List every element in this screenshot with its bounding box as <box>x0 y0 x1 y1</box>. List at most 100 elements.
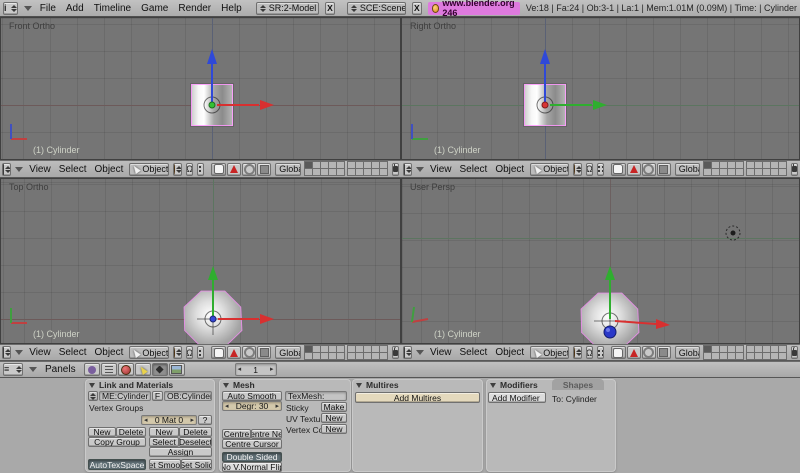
menu-view[interactable]: View <box>27 347 53 358</box>
snap-dots-button[interactable] <box>197 346 204 359</box>
lock-layers-button[interactable] <box>791 163 798 176</box>
editor-type-button[interactable] <box>2 346 11 359</box>
set-solid-button[interactable]: Set Solid <box>181 459 212 470</box>
draw-type-dropdown[interactable] <box>173 163 182 176</box>
scale-manipulator-button[interactable] <box>257 346 271 359</box>
vertex-color-new-button[interactable]: New <box>321 424 347 434</box>
menu-help[interactable]: Help <box>219 3 244 14</box>
rotate-manipulator-button[interactable] <box>242 163 256 176</box>
double-sided-toggle[interactable]: Double Sided <box>222 452 282 462</box>
panel-header[interactable]: Mesh <box>223 380 255 390</box>
mode-dropdown[interactable]: Object Mode <box>530 163 568 176</box>
layer-grid-1[interactable] <box>305 346 345 360</box>
mode-dropdown[interactable]: Object Mode <box>129 346 168 359</box>
collapse-menus-icon[interactable] <box>24 6 32 11</box>
orientation-dropdown[interactable]: Global <box>675 346 700 359</box>
draw-type-dropdown[interactable] <box>573 163 582 176</box>
pivot-dropdown[interactable]: Ω <box>586 346 593 359</box>
orientation-dropdown[interactable]: Global <box>275 163 301 176</box>
draw-type-dropdown[interactable] <box>573 346 582 359</box>
vgroup-new-button[interactable]: New <box>88 427 116 437</box>
collapse-menus-icon[interactable] <box>15 350 23 355</box>
menu-render[interactable]: Render <box>176 3 213 14</box>
scale-manipulator-button[interactable] <box>657 163 671 176</box>
menu-game[interactable]: Game <box>139 3 170 14</box>
scene-context-button[interactable] <box>169 363 185 376</box>
centre-button[interactable]: Centre <box>222 429 251 439</box>
scale-manipulator-button[interactable] <box>657 346 671 359</box>
tab-shapes[interactable]: Shapes <box>552 379 604 390</box>
centre-cursor-button[interactable]: Centre Cursor <box>222 439 282 449</box>
select-button[interactable]: Select <box>149 437 179 447</box>
decrement-icon[interactable]: ◂ <box>144 417 148 424</box>
layer-grid-2[interactable] <box>747 346 787 360</box>
mesh-browse-button[interactable] <box>88 391 98 401</box>
fake-user-button[interactable]: F <box>152 391 163 401</box>
screen-selector[interactable]: SR:2-Model <box>256 2 319 15</box>
menu-timeline[interactable]: Timeline <box>92 3 133 14</box>
menu-view[interactable]: View <box>428 164 454 175</box>
mode-dropdown[interactable]: Object Mode <box>129 163 168 176</box>
window-type-button[interactable]: ≡ <box>3 363 23 376</box>
orientation-dropdown[interactable]: Global <box>275 346 301 359</box>
set-smooth-button[interactable]: Set Smooth <box>149 459 181 470</box>
scale-manipulator-button[interactable] <box>257 163 271 176</box>
rotate-manipulator-button[interactable] <box>642 163 656 176</box>
menu-file[interactable]: File <box>38 3 58 14</box>
cylinder-object[interactable] <box>191 84 233 126</box>
viewport-front[interactable]: Front Ortho (1) Cylinder <box>0 17 401 160</box>
vgroup-delete-button[interactable]: Delete <box>116 427 146 437</box>
autotexspace-toggle[interactable]: AutoTexSpace <box>88 459 146 470</box>
lock-layers-button[interactable] <box>392 346 399 359</box>
pivot-dropdown[interactable]: Ω <box>586 163 593 176</box>
menu-view[interactable]: View <box>428 347 454 358</box>
rotate-manipulator-button[interactable] <box>642 346 656 359</box>
material-help-button[interactable]: ? <box>198 415 212 425</box>
assign-button[interactable]: Assign <box>149 447 212 457</box>
translate-manipulator-button[interactable] <box>627 346 641 359</box>
viewport-user[interactable]: User Persp (1) Cylinder <box>401 178 800 344</box>
decrement-icon[interactable]: ◂ <box>238 366 242 373</box>
menu-select[interactable]: Select <box>57 164 89 175</box>
menu-object[interactable]: Object <box>93 164 126 175</box>
sticky-make-button[interactable]: Make <box>321 402 347 412</box>
viewport-top[interactable]: Top Ortho (1) Cylinder <box>0 178 401 344</box>
lock-layers-button[interactable] <box>392 163 399 176</box>
scene-selector[interactable]: SCE:Scene <box>347 2 406 15</box>
menu-view[interactable]: View <box>27 164 53 175</box>
increment-icon[interactable]: ▸ <box>275 403 279 410</box>
menu-object[interactable]: Object <box>93 347 126 358</box>
layer-grid-1[interactable] <box>704 162 744 176</box>
lock-layers-button[interactable] <box>791 346 798 359</box>
cylinder-object[interactable] <box>580 292 640 350</box>
material-delete-button[interactable]: Delete <box>179 427 212 437</box>
add-multires-button[interactable]: Add Multires <box>355 392 480 403</box>
viewport-right[interactable]: Right Ortho (1) Cylinder <box>401 17 800 160</box>
panels-menu[interactable]: Panels <box>43 364 78 375</box>
manipulator-toggle[interactable] <box>611 163 626 176</box>
mode-dropdown[interactable]: Object Mode <box>530 346 568 359</box>
logic-context-button[interactable] <box>84 363 100 376</box>
layer-grid-1[interactable] <box>704 346 744 360</box>
cylinder-object[interactable] <box>524 84 566 126</box>
layer-grid-2[interactable] <box>348 162 388 176</box>
material-index-field[interactable]: ◂ 0 Mat 0 ▸ <box>141 415 197 425</box>
object-context-button[interactable] <box>135 363 151 376</box>
manipulator-toggle[interactable] <box>211 163 226 176</box>
shading-context-button[interactable] <box>118 363 134 376</box>
delete-scene-button[interactable]: X <box>412 2 422 15</box>
uv-texture-new-button[interactable]: New <box>321 413 347 423</box>
snap-dots-button[interactable] <box>597 346 604 359</box>
orientation-dropdown[interactable]: Global <box>675 163 700 176</box>
translate-manipulator-button[interactable] <box>227 163 241 176</box>
editing-context-button[interactable] <box>152 363 168 376</box>
window-type-button[interactable]: i <box>3 2 18 15</box>
pivot-dropdown[interactable]: Ω <box>186 346 194 359</box>
no-v-normal-flip-toggle[interactable]: No V.Normal Flip <box>222 462 282 472</box>
decrement-icon[interactable]: ◂ <box>225 403 229 410</box>
layer-grid-1[interactable] <box>305 162 345 176</box>
copy-group-button[interactable]: Copy Group <box>88 437 146 447</box>
panel-header[interactable]: Modifiers <box>490 380 538 390</box>
manipulator-toggle[interactable] <box>611 346 626 359</box>
snap-dots-button[interactable] <box>197 163 204 176</box>
